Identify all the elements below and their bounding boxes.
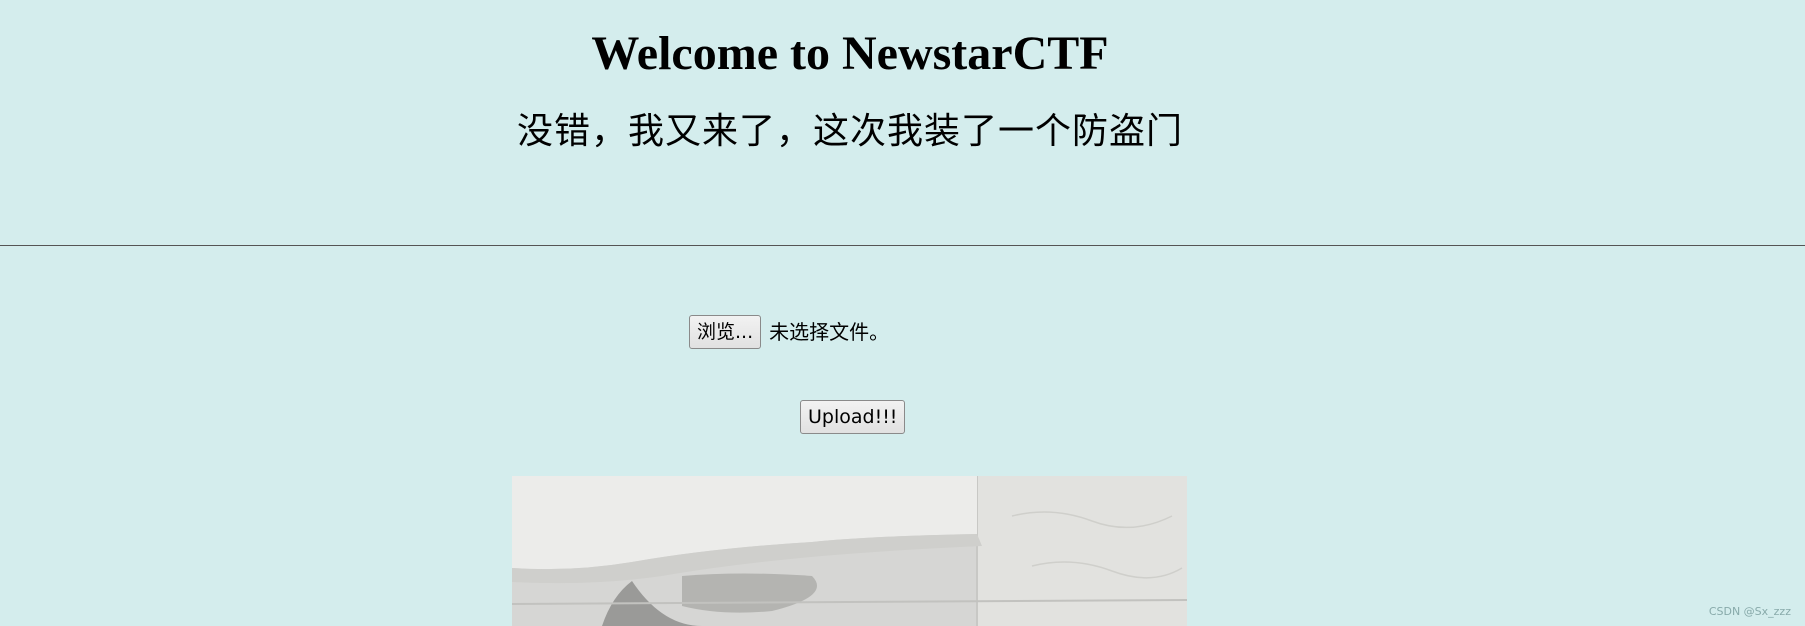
upload-row: Upload!!! (800, 400, 906, 434)
page-subtitle: 没错，我又来了，这次我装了一个防盗门 (516, 111, 1183, 152)
browse-button[interactable]: 浏览... (689, 315, 762, 349)
door-photo (512, 476, 1187, 626)
upload-button[interactable]: Upload!!! (800, 400, 906, 434)
file-status-label: 未选择文件。 (769, 320, 890, 344)
page: Welcome to NewstarCTF 没错，我又来了，这次我装了一个防盗门… (0, 0, 1805, 626)
file-picker: 浏览... 未选择文件。 (689, 315, 889, 349)
door-photo-graphic (512, 476, 1187, 626)
divider (0, 245, 1805, 246)
page-title: Welcome to NewstarCTF (591, 27, 1109, 80)
watermark: CSDN @Sx_zzz (1708, 605, 1791, 618)
